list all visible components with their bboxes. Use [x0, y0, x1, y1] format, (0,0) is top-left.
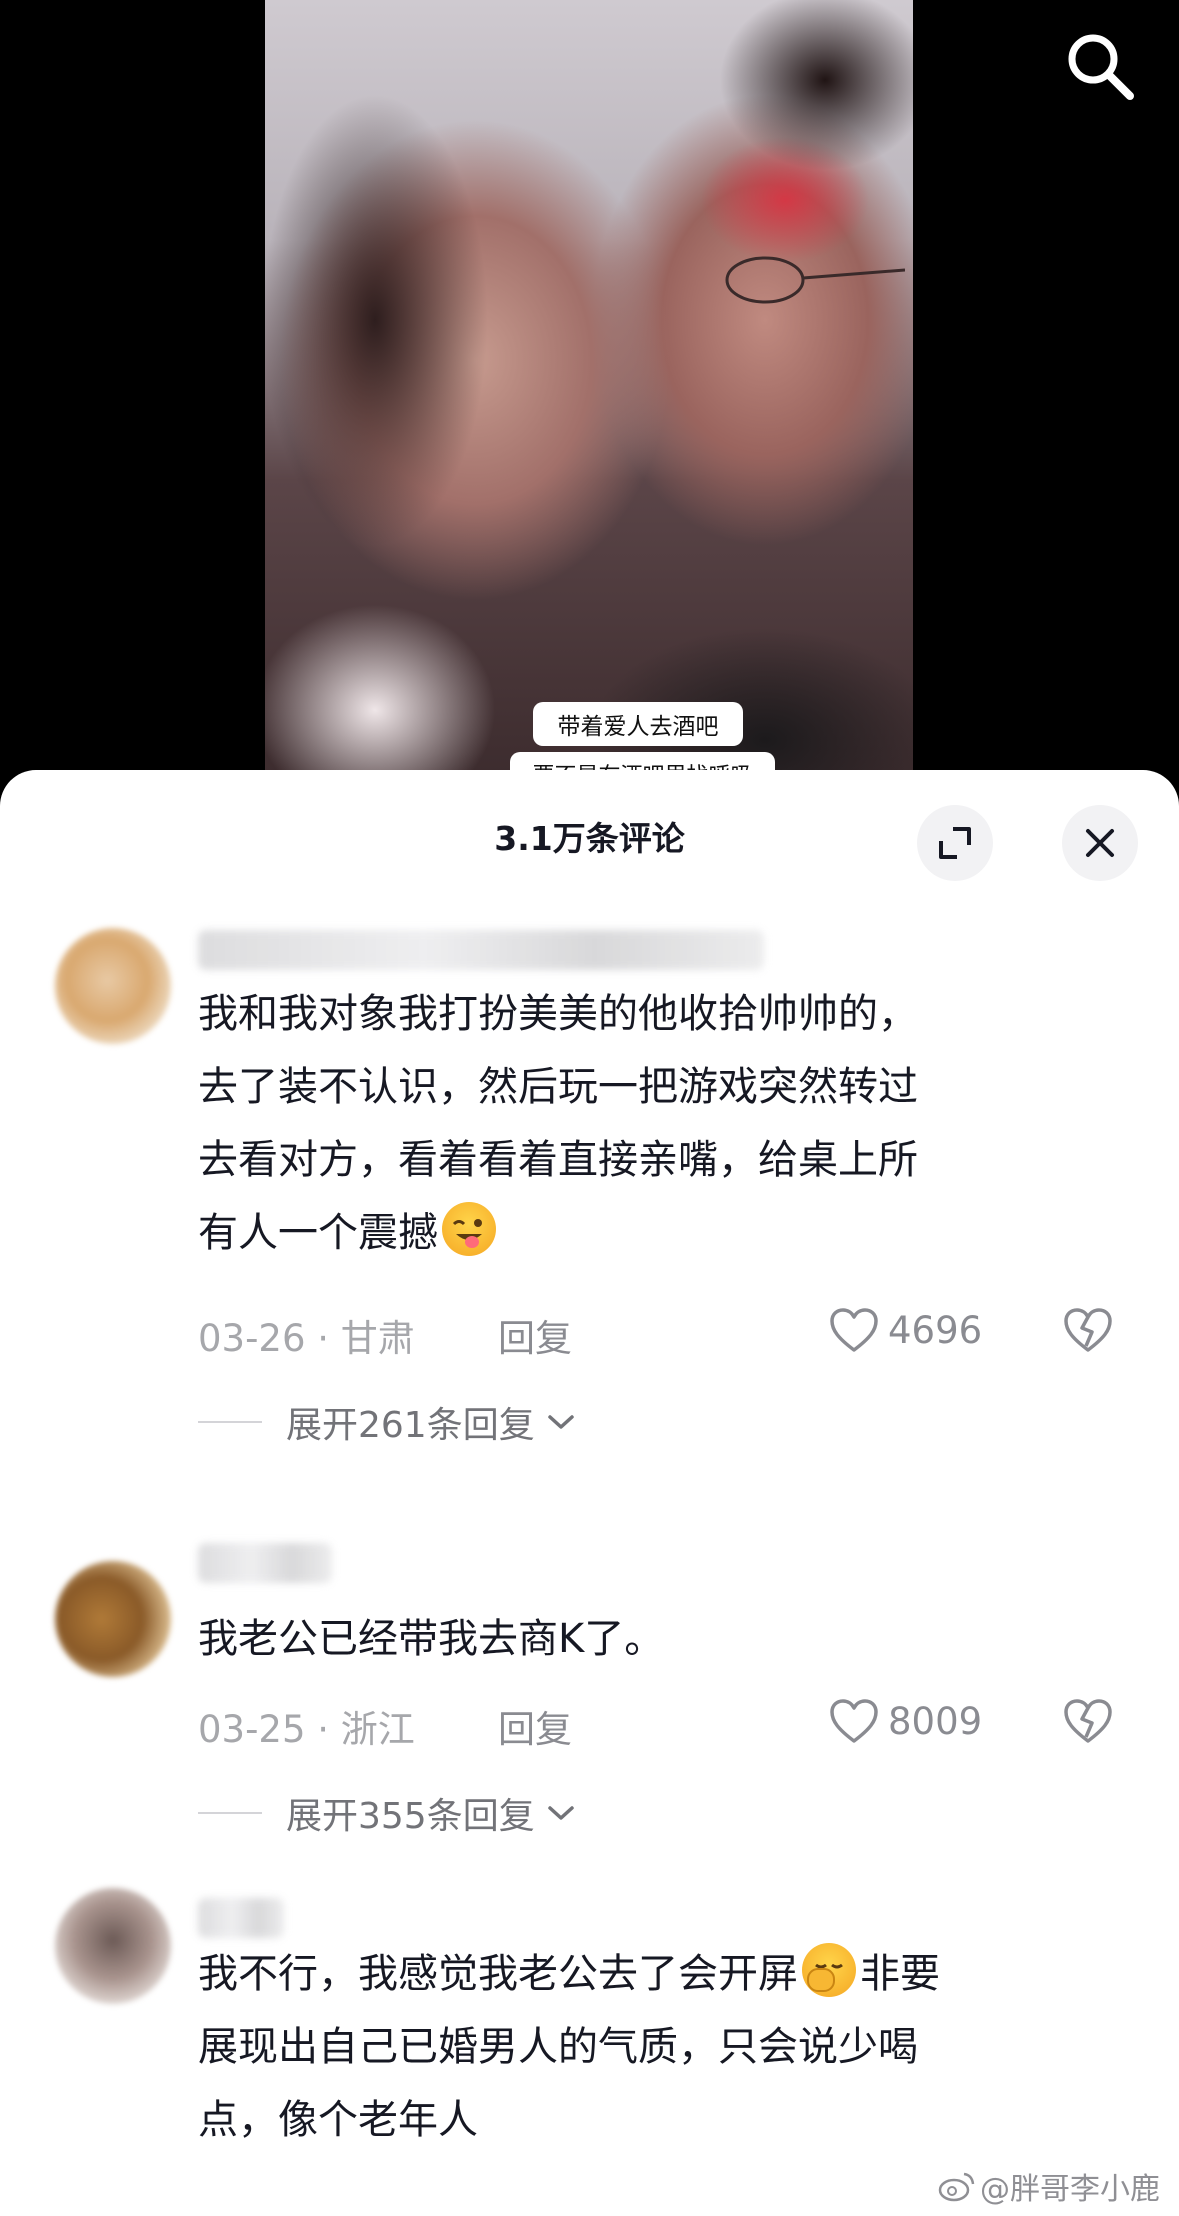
video-player[interactable]: 带着爱人去酒吧 要不是在酒吧里找呼吸: [0, 0, 1179, 800]
watermark: @胖哥李小鹿: [938, 2164, 1160, 2208]
weibo-logo-icon: [938, 2172, 975, 2202]
expand-replies-button[interactable]: 展开261条回复: [198, 1394, 577, 1450]
avatar[interactable]: [55, 928, 171, 1044]
comment-line: 我和我对象我打扮美美的他收拾帅帅的，: [198, 991, 918, 1037]
search-button[interactable]: [1060, 26, 1140, 106]
video-scene-detail: [265, 60, 525, 620]
reply-button[interactable]: 回复: [498, 1699, 572, 1753]
divider: [198, 1421, 262, 1423]
comment-line: 我老公已经带我去商K了。: [198, 1616, 665, 1662]
dislike-button[interactable]: [1060, 1304, 1116, 1360]
chevron-down-icon: [547, 1415, 574, 1429]
comment-line: 展现出自己已婚男人的气质，只会说少喝: [198, 2024, 918, 2070]
comment-line: 我不行，我感觉我老公去了会开屏: [198, 1951, 798, 1997]
broken-heart-icon: [1064, 1699, 1112, 1743]
comment-text: 我不行，我感觉我老公去了会开屏 非要 展现出自己已婚男人的气质，只会说少喝 点，…: [198, 1938, 940, 2157]
face-palm-emoji: [802, 1943, 856, 1997]
watermark-text: @胖哥李小鹿: [980, 2172, 1160, 2207]
like-count: 4696: [888, 1308, 983, 1352]
heart-outline-icon: [830, 1699, 878, 1743]
video-caption: 带着爱人去酒吧: [533, 702, 743, 746]
broken-heart-icon: [1064, 1308, 1112, 1352]
comment-date-location: 03-25 · 浙江: [198, 1708, 415, 1751]
expand-icon: [939, 827, 971, 859]
video-frame[interactable]: [265, 0, 913, 800]
like-button[interactable]: 8009: [828, 1693, 982, 1749]
close-button[interactable]: [1062, 805, 1138, 881]
video-scene-detail: [695, 0, 913, 240]
expand-replies-label: 展开355条回复: [286, 1796, 535, 1837]
avatar[interactable]: [55, 1888, 171, 2004]
dislike-button[interactable]: [1060, 1695, 1116, 1751]
username[interactable]: [198, 1543, 332, 1583]
expand-replies-label: 展开261条回复: [286, 1405, 535, 1446]
comment-text: 我和我对象我打扮美美的他收拾帅帅的， 去了装不认识，然后玩一把游戏突然转过 去看…: [198, 978, 918, 1270]
video-scene-glasses: [725, 256, 905, 304]
comment-meta: 03-26 · 甘肃 回复 4696: [198, 1302, 1128, 1360]
comment-line: 有人一个震撼: [198, 1210, 438, 1256]
reply-button[interactable]: 回复: [498, 1308, 572, 1362]
expand-replies-button[interactable]: 展开355条回复: [198, 1785, 577, 1841]
comment-line: 点，像个老年人: [198, 2097, 478, 2143]
search-icon: [1068, 34, 1134, 100]
comment-line: 去看对方，看着看着直接亲嘴，给桌上所: [198, 1137, 918, 1183]
winking-tongue-emoji: [442, 1202, 496, 1256]
video-scene-detail: [265, 540, 525, 800]
chevron-down-icon: [547, 1806, 574, 1820]
comments-count-title: 3.1万条评论: [494, 819, 685, 858]
comment-date-location: 03-26 · 甘肃: [198, 1317, 415, 1360]
avatar[interactable]: [55, 1561, 171, 1677]
comment-line-with-emoji: 有人一个震撼: [198, 1197, 918, 1270]
like-button[interactable]: 4696: [828, 1302, 982, 1358]
comment-meta: 03-25 · 浙江 回复 8009: [198, 1693, 1128, 1751]
comment-line-suffix: 非要: [860, 1951, 940, 1997]
comment-text: 我老公已经带我去商K了。: [198, 1603, 664, 1676]
comment-line-with-emoji: 我不行，我感觉我老公去了会开屏 非要: [198, 1938, 940, 2011]
username[interactable]: [198, 1898, 284, 1938]
expand-button[interactable]: [917, 805, 993, 881]
comments-sheet: 3.1万条评论 我和我对象我打扮美美的他收拾帅帅的， 去了装不认识，然后玩一把游…: [0, 770, 1179, 2216]
username[interactable]: [198, 930, 764, 970]
heart-outline-icon: [830, 1308, 878, 1352]
like-count: 8009: [888, 1699, 983, 1743]
comment-line: 去了装不认识，然后玩一把游戏突然转过: [198, 1064, 918, 1110]
close-icon: [1086, 829, 1114, 857]
divider: [198, 1812, 262, 1814]
